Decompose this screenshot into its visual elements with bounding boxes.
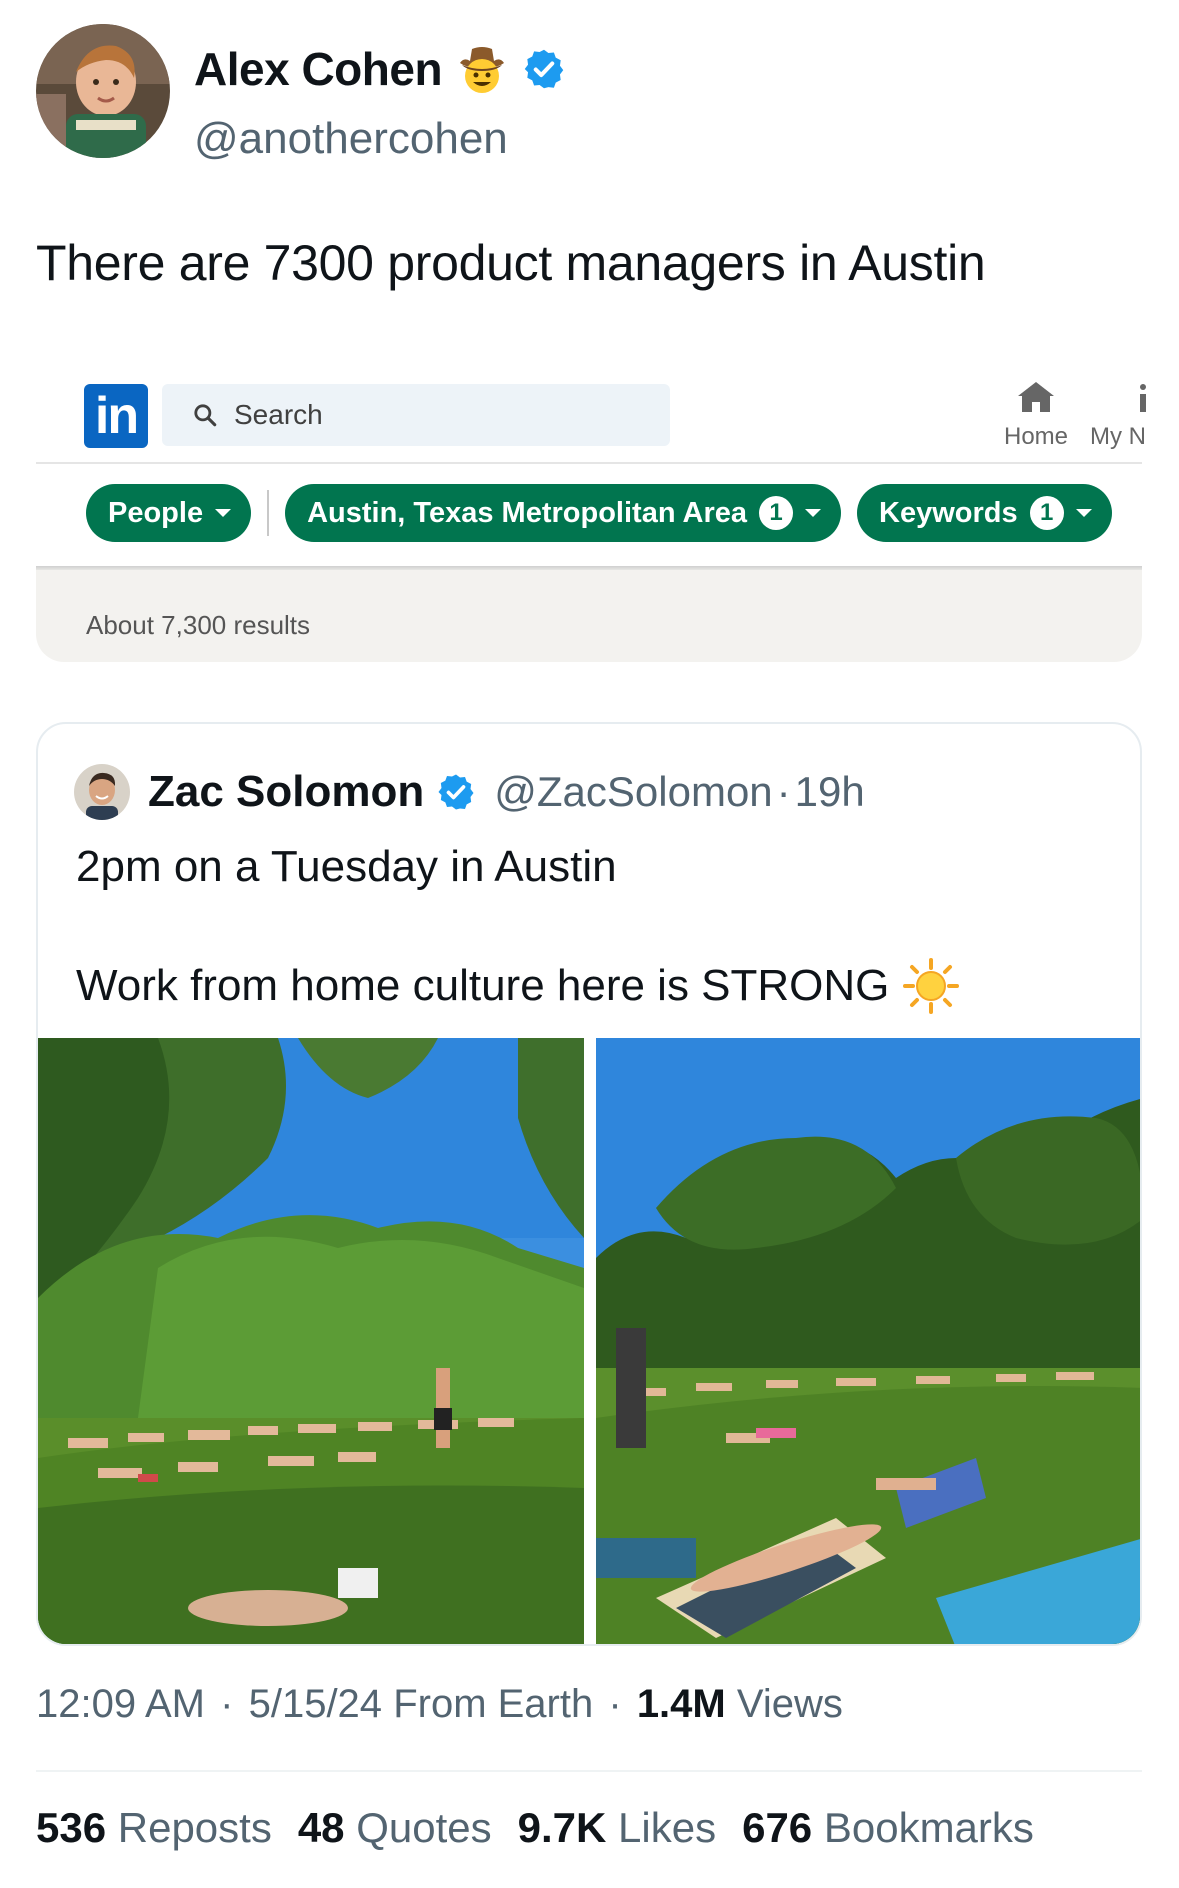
linkedin-search-input: Search (162, 384, 670, 446)
quoted-time: 19h (794, 768, 865, 815)
likes-label: Likes (618, 1804, 717, 1851)
linkedin-topbar: in Search Home My N (36, 372, 1146, 464)
likes-count: 9.7K (517, 1804, 607, 1851)
filter-location: Austin, Texas Metropolitan Area 1 (285, 484, 842, 542)
author-avatar[interactable] (36, 24, 170, 158)
verified-badge-icon (438, 774, 474, 810)
park-sunbathers-photo-2[interactable] (596, 1038, 1140, 1644)
my-network-label: My N (1090, 423, 1146, 450)
search-icon (194, 404, 217, 427)
linkedin-filter-bar: People Austin, Texas Metropolitan Area 1… (86, 484, 1112, 542)
quoted-author-name[interactable]: Zac Solomon (148, 767, 424, 817)
tweet-text: There are 7300 product managers in Austi… (36, 235, 986, 291)
engagement-stats: 536 Reposts 48 Quotes 9.7K Likes 676 Boo… (36, 1804, 1034, 1852)
my-network-icon (1140, 384, 1146, 412)
results-bar: About 7,300 results (36, 570, 1142, 662)
filter-location-label: Austin, Texas Metropolitan Area (307, 496, 748, 529)
cowboy-hat-face-emoji-icon (460, 47, 505, 93)
quotes-stat[interactable]: 48 Quotes (298, 1804, 492, 1852)
quoted-handle-text: @ZacSolomon (494, 768, 773, 815)
quoted-tweet[interactable]: Zac Solomon @ZacSolomon·19h 2pm on a Tue… (36, 722, 1142, 1646)
tweet-source: From Earth (393, 1682, 594, 1726)
linkedin-logo-icon: in (84, 384, 148, 448)
linkedin-nav-home: Home (976, 380, 1096, 451)
park-sunbathers-photo-1[interactable] (38, 1038, 584, 1644)
results-count: About 7,300 results (86, 610, 311, 640)
views-count: 1.4M (636, 1682, 726, 1726)
caret-down-icon (215, 509, 232, 517)
tweet-meta: 12:09 AM · 5/15/24 From Earth · 1.4M Vie… (36, 1682, 843, 1727)
bookmarks-label: Bookmarks (823, 1804, 1034, 1851)
tweet-time[interactable]: 12:09 AM (36, 1682, 205, 1726)
filter-keywords-label: Keywords (879, 496, 1018, 529)
search-placeholder: Search (234, 399, 323, 430)
caret-down-icon (805, 509, 822, 517)
likes-stat[interactable]: 9.7K Likes (518, 1804, 716, 1852)
author-handle[interactable]: @anothercohen (194, 114, 508, 164)
author-name-row: Alex Cohen (194, 42, 566, 96)
caret-down-icon (1075, 509, 1092, 517)
home-icon (1018, 382, 1054, 412)
views-label: Views (736, 1682, 843, 1726)
reposts-stat[interactable]: 536 Reposts (36, 1804, 272, 1852)
quotes-label: Quotes (356, 1804, 492, 1851)
filter-divider (267, 490, 270, 536)
sun-emoji-icon (903, 958, 960, 1014)
filter-location-count: 1 (759, 496, 794, 530)
filter-people: People (86, 484, 252, 542)
reposts-count: 536 (36, 1804, 107, 1851)
home-label: Home (1003, 423, 1069, 450)
reposts-label: Reposts (117, 1804, 272, 1851)
filter-keywords-count: 1 (1029, 496, 1064, 530)
tweet-author: Alex Cohen @anothercohen (36, 24, 1136, 163)
meta-separator: · (608, 1682, 622, 1726)
divider (36, 1770, 1142, 1772)
meta-separator: · (220, 1682, 234, 1726)
filter-keywords: Keywords 1 (857, 484, 1112, 542)
quoted-text-line1: 2pm on a Tuesday in Austin (76, 842, 617, 891)
author-name[interactable]: Alex Cohen (194, 42, 443, 96)
quoted-author-handle[interactable]: @ZacSolomon·19h (494, 768, 865, 816)
quoted-avatar[interactable] (74, 764, 130, 820)
tweet-date[interactable]: 5/15/24 (249, 1682, 382, 1726)
filter-people-label: People (108, 496, 204, 529)
verified-badge-icon (524, 49, 564, 89)
bookmarks-stat[interactable]: 676 Bookmarks (742, 1804, 1034, 1852)
bookmarks-count: 676 (742, 1804, 813, 1851)
linkedin-nav-my-network: My N (1090, 380, 1150, 451)
quoted-text-line2-row: Work from home culture here is STRONG (76, 958, 960, 1014)
quoted-separator: · (776, 768, 791, 815)
quoted-header: Zac Solomon @ZacSolomon·19h (74, 764, 865, 820)
quoted-text-line2: Work from home culture here is STRONG (76, 961, 890, 1010)
linkedin-screenshot[interactable]: in Search Home My N People Austin, Texas… (36, 372, 1146, 662)
quotes-count: 48 (297, 1804, 345, 1851)
